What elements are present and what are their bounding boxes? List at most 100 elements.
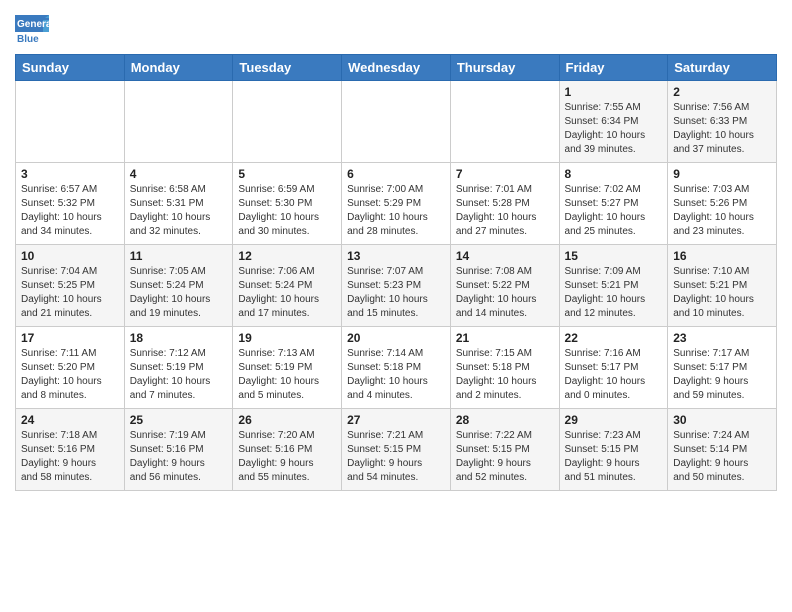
header: General Blue (15, 10, 777, 49)
cell-content: Sunrise: 7:08 AM Sunset: 5:22 PM Dayligh… (456, 265, 554, 321)
cell-content: Sunrise: 7:09 AM Sunset: 5:21 PM Dayligh… (565, 265, 663, 321)
cell-content: Sunrise: 7:04 AM Sunset: 5:25 PM Dayligh… (21, 265, 119, 321)
calendar-cell: 6 Sunrise: 7:00 AM Sunset: 5:29 PM Daylig… (342, 163, 451, 245)
calendar-cell (342, 81, 451, 163)
day-number: 27 (347, 413, 445, 427)
cell-content: Sunrise: 7:05 AM Sunset: 5:24 PM Dayligh… (130, 265, 228, 321)
calendar-cell: 3 Sunrise: 6:57 AM Sunset: 5:32 PM Daylig… (16, 163, 125, 245)
calendar-cell: 24Sunrise: 7:18 AM Sunset: 5:16 PM Dayli… (16, 409, 125, 491)
calendar-cell: 30 Sunrise: 7:24 AM Sunset: 5:14 PM Dayli… (668, 409, 777, 491)
cell-content: Sunrise: 7:07 AM Sunset: 5:23 PM Dayligh… (347, 265, 445, 321)
calendar-cell: 15 Sunrise: 7:09 AM Sunset: 5:21 PM Dayli… (559, 245, 668, 327)
calendar-cell: 8 Sunrise: 7:02 AM Sunset: 5:27 PM Daylig… (559, 163, 668, 245)
day-number: 12 (238, 249, 336, 263)
svg-text:Blue: Blue (17, 34, 39, 45)
cell-content: Sunrise: 7:00 AM Sunset: 5:29 PM Dayligh… (347, 183, 445, 239)
day-number: 28 (456, 413, 554, 427)
header-saturday: Saturday (668, 55, 777, 81)
day-number: 18 (130, 331, 228, 345)
day-number: 20 (347, 331, 445, 345)
calendar-cell: 25 Sunrise: 7:19 AM Sunset: 5:16 PM Dayli… (124, 409, 233, 491)
cell-content: Sunrise: 7:21 AM Sunset: 5:15 PM Dayligh… (347, 429, 445, 485)
calendar-week-2: 3 Sunrise: 6:57 AM Sunset: 5:32 PM Daylig… (16, 163, 777, 245)
cell-content: Sunrise: 7:10 AM Sunset: 5:21 PM Dayligh… (673, 265, 771, 321)
calendar-week-3: 10 Sunrise: 7:04 AM Sunset: 5:25 PM Dayli… (16, 245, 777, 327)
calendar-week-4: 17 Sunrise: 7:11 AM Sunset: 5:20 PM Dayli… (16, 327, 777, 409)
calendar-cell: 29 Sunrise: 7:23 AM Sunset: 5:15 PM Dayli… (559, 409, 668, 491)
calendar-cell: 19 Sunrise: 7:13 AM Sunset: 5:19 PM Dayli… (233, 327, 342, 409)
cell-content: Sunrise: 7:01 AM Sunset: 5:28 PM Dayligh… (456, 183, 554, 239)
weekday-header-row: Sunday Monday Tuesday Wednesday Thursday… (16, 55, 777, 81)
logo-text: General Blue (15, 15, 53, 49)
cell-content: Sunrise: 7:03 AM Sunset: 5:26 PM Dayligh… (673, 183, 771, 239)
calendar-cell: 1 Sunrise: 7:55 AM Sunset: 6:34 PM Daylig… (559, 81, 668, 163)
calendar-cell: 11 Sunrise: 7:05 AM Sunset: 5:24 PM Dayli… (124, 245, 233, 327)
day-number: 26 (238, 413, 336, 427)
day-number: 13 (347, 249, 445, 263)
cell-content: Sunrise: 7:23 AM Sunset: 5:15 PM Dayligh… (565, 429, 663, 485)
cell-content: Sunrise: 7:56 AM Sunset: 6:33 PM Dayligh… (673, 101, 771, 157)
cell-content: Sunrise: 7:15 AM Sunset: 5:18 PM Dayligh… (456, 347, 554, 403)
day-number: 1 (565, 85, 663, 99)
day-number: 11 (130, 249, 228, 263)
day-number: 5 (238, 167, 336, 181)
day-number: 22 (565, 331, 663, 345)
cell-content: Sunrise: 7:24 AM Sunset: 5:14 PM Dayligh… (673, 429, 771, 485)
calendar-cell: 21 Sunrise: 7:15 AM Sunset: 5:18 PM Dayli… (450, 327, 559, 409)
calendar-cell: 26 Sunrise: 7:20 AM Sunset: 5:16 PM Dayli… (233, 409, 342, 491)
cell-content: Sunrise: 7:20 AM Sunset: 5:16 PM Dayligh… (238, 429, 336, 485)
day-number: 14 (456, 249, 554, 263)
calendar-cell (233, 81, 342, 163)
cell-content: Sunrise: 7:18 AM Sunset: 5:16 PM Dayligh… (21, 429, 119, 485)
calendar-cell: 14 Sunrise: 7:08 AM Sunset: 5:22 PM Dayli… (450, 245, 559, 327)
day-number: 30 (673, 413, 771, 427)
calendar-cell: 7Sunrise: 7:01 AM Sunset: 5:28 PM Daylig… (450, 163, 559, 245)
day-number: 29 (565, 413, 663, 427)
day-number: 25 (130, 413, 228, 427)
header-monday: Monday (124, 55, 233, 81)
calendar-week-5: 24Sunrise: 7:18 AM Sunset: 5:16 PM Dayli… (16, 409, 777, 491)
calendar-cell: 23Sunrise: 7:17 AM Sunset: 5:17 PM Dayli… (668, 327, 777, 409)
calendar-cell: 13 Sunrise: 7:07 AM Sunset: 5:23 PM Dayli… (342, 245, 451, 327)
day-number: 2 (673, 85, 771, 99)
day-number: 6 (347, 167, 445, 181)
cell-content: Sunrise: 7:14 AM Sunset: 5:18 PM Dayligh… (347, 347, 445, 403)
calendar-cell (450, 81, 559, 163)
calendar-cell: 27 Sunrise: 7:21 AM Sunset: 5:15 PM Dayli… (342, 409, 451, 491)
calendar-week-1: 1 Sunrise: 7:55 AM Sunset: 6:34 PM Daylig… (16, 81, 777, 163)
cell-content: Sunrise: 7:12 AM Sunset: 5:19 PM Dayligh… (130, 347, 228, 403)
calendar-cell (124, 81, 233, 163)
cell-content: Sunrise: 7:22 AM Sunset: 5:15 PM Dayligh… (456, 429, 554, 485)
day-number: 16 (673, 249, 771, 263)
day-number: 17 (21, 331, 119, 345)
day-number: 23 (673, 331, 771, 345)
svg-text:General: General (17, 19, 49, 30)
cell-content: Sunrise: 7:16 AM Sunset: 5:17 PM Dayligh… (565, 347, 663, 403)
header-thursday: Thursday (450, 55, 559, 81)
cell-content: Sunrise: 7:13 AM Sunset: 5:19 PM Dayligh… (238, 347, 336, 403)
calendar-cell: 18 Sunrise: 7:12 AM Sunset: 5:19 PM Dayli… (124, 327, 233, 409)
cell-content: Sunrise: 7:02 AM Sunset: 5:27 PM Dayligh… (565, 183, 663, 239)
calendar-cell: 2 Sunrise: 7:56 AM Sunset: 6:33 PM Daylig… (668, 81, 777, 163)
calendar-cell: 12 Sunrise: 7:06 AM Sunset: 5:24 PM Dayli… (233, 245, 342, 327)
day-number: 10 (21, 249, 119, 263)
header-tuesday: Tuesday (233, 55, 342, 81)
cell-content: Sunrise: 7:06 AM Sunset: 5:24 PM Dayligh… (238, 265, 336, 321)
header-friday: Friday (559, 55, 668, 81)
day-number: 3 (21, 167, 119, 181)
day-number: 21 (456, 331, 554, 345)
cell-content: Sunrise: 7:55 AM Sunset: 6:34 PM Dayligh… (565, 101, 663, 157)
cell-content: Sunrise: 7:11 AM Sunset: 5:20 PM Dayligh… (21, 347, 119, 403)
calendar-cell: 28 Sunrise: 7:22 AM Sunset: 5:15 PM Dayli… (450, 409, 559, 491)
day-number: 15 (565, 249, 663, 263)
day-number: 8 (565, 167, 663, 181)
calendar-cell: 20 Sunrise: 7:14 AM Sunset: 5:18 PM Dayli… (342, 327, 451, 409)
calendar-table: Sunday Monday Tuesday Wednesday Thursday… (15, 54, 777, 491)
cell-content: Sunrise: 6:57 AM Sunset: 5:32 PM Dayligh… (21, 183, 119, 239)
day-number: 19 (238, 331, 336, 345)
calendar-cell: 4Sunrise: 6:58 AM Sunset: 5:31 PM Daylig… (124, 163, 233, 245)
header-sunday: Sunday (16, 55, 125, 81)
cell-content: Sunrise: 7:19 AM Sunset: 5:16 PM Dayligh… (130, 429, 228, 485)
calendar-cell: 9 Sunrise: 7:03 AM Sunset: 5:26 PM Daylig… (668, 163, 777, 245)
day-number: 9 (673, 167, 771, 181)
